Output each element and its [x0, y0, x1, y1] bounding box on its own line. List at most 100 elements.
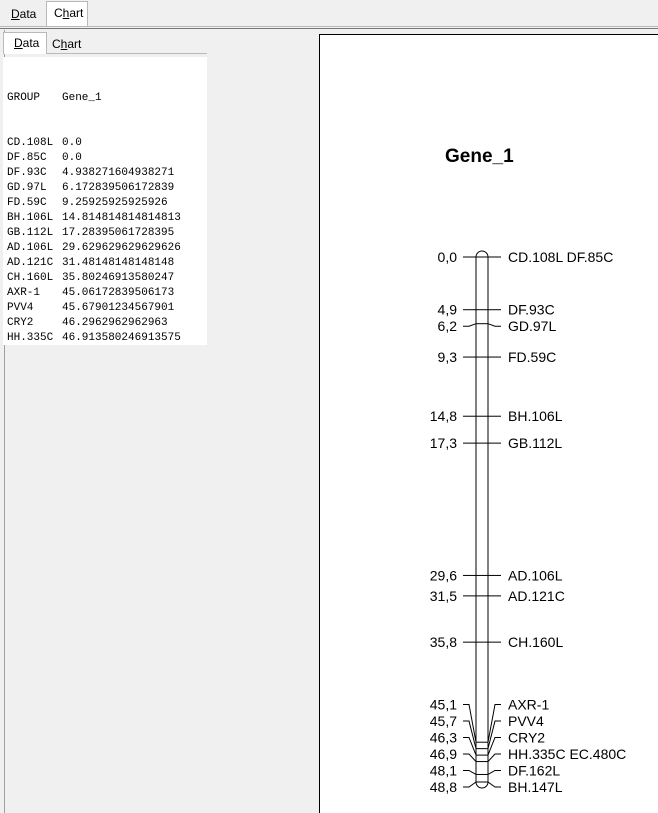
marker-name-label: HH.335C EC.480C	[508, 746, 626, 762]
tab-chart-prefix: C	[54, 6, 63, 20]
marker-position-label: 35,8	[430, 634, 457, 650]
data-marker-position: 31.48148148148148	[62, 257, 175, 269]
marker-position-label: 14,8	[430, 408, 457, 424]
data-row: DF.85C 0.0	[7, 151, 207, 166]
data-marker-name: GB.112L	[7, 227, 54, 239]
name-connector	[487, 770, 501, 775]
marker-position-label: 46,9	[430, 746, 457, 762]
data-marker-name: CH.160L	[7, 272, 54, 284]
linkage-map-svg: Gene_1 0,0 CD.108L DF.85C 4,9 DF.93C 6,2 GD.9…	[430, 146, 627, 795]
data-marker-position: 4.938271604938271	[62, 167, 175, 179]
marker-name-label: DF.162L	[508, 763, 560, 779]
data-row: CH.160L 35.80246913580247	[7, 271, 207, 286]
data-marker-position: 45.67901234567901	[62, 302, 175, 314]
position-connector	[463, 323, 477, 327]
data-marker-position: 0.0	[62, 152, 82, 164]
marker-name-label: GD.97L	[508, 318, 556, 334]
data-marker-position: 0.0	[62, 137, 82, 149]
data-header-row: GROUP Gene_1	[7, 91, 207, 106]
marker-name-label: PVV4	[508, 713, 544, 729]
name-connector	[487, 323, 501, 327]
data-table: GROUP Gene_1 CD.108L 0.0 DF.85C 0.0 DF.93C 4.9…	[3, 57, 207, 345]
marker-name-label: AD.106L	[508, 567, 563, 583]
marker-group: 0,0 CD.108L DF.85C 4,9 DF.93C 6,2 GD.97L 9,3 FD…	[430, 249, 627, 795]
data-text-area[interactable]: GROUP Gene_1 CD.108L 0.0 DF.85C 0.0 DF.93C 4.9…	[3, 57, 207, 345]
data-row: AD.121C 31.48148148148148	[7, 256, 207, 271]
data-marker-position: 29.629629629629626	[62, 242, 181, 254]
name-connector	[487, 720, 501, 749]
data-marker-name: FD.59C	[7, 197, 47, 209]
marker-name-label: CH.160L	[508, 634, 563, 650]
data-marker-name: AD.121C	[7, 257, 54, 269]
inner-tab-chart-label: art	[67, 37, 82, 51]
marker-name-label: GB.112L	[508, 435, 562, 451]
data-marker-name: AXR-1	[7, 287, 41, 299]
data-marker-position: 14.814814814814813	[62, 212, 181, 224]
data-row: HH.335C 46.913580246913575	[7, 331, 207, 345]
data-marker-position: 9.25925925925926	[62, 197, 168, 209]
header-group: GROUP	[7, 92, 41, 104]
marker-position-label: 4,9	[438, 302, 458, 318]
marker-position-label: 17,3	[430, 435, 457, 451]
data-marker-position: 17.28395061728395	[62, 227, 175, 239]
inner-tab-data[interactable]: Data	[3, 32, 47, 54]
marker-name-label: DF.93C	[508, 302, 555, 318]
marker-name-label: BH.147L	[508, 779, 563, 795]
tab-data[interactable]: Data	[4, 5, 44, 25]
chromosome-bar	[475, 250, 489, 789]
marker-position-label: 45,1	[430, 697, 457, 713]
data-marker-position: 46.2962962962963	[62, 317, 168, 329]
marker-name-label: CRY2	[508, 730, 545, 746]
data-marker-name: PVV4	[7, 302, 34, 314]
inner-tab-data-label: ata	[22, 36, 40, 50]
data-row: GB.112L 17.28395061728395	[7, 226, 207, 241]
inner-tab-data-mnemonic: D	[14, 36, 23, 50]
marker-position-label: 45,7	[430, 713, 457, 729]
data-row: DF.93C 4.938271604938271	[7, 166, 207, 181]
inner-tab-chart[interactable]: Chart	[47, 35, 91, 55]
data-row: AXR-1 45.06172839506173	[7, 286, 207, 301]
name-connector	[487, 753, 501, 762]
marker-name-label: BH.106L	[508, 408, 563, 424]
data-row: AD.106L 29.629629629629626	[7, 241, 207, 256]
data-marker-position: 6.172839506172839	[62, 182, 175, 194]
tab-data-mnemonic: D	[11, 7, 20, 21]
marker-position-label: 46,3	[430, 730, 457, 746]
data-marker-name: DF.93C	[7, 167, 47, 179]
data-marker-name: HH.335C	[7, 332, 54, 344]
tab-chart[interactable]: Chart	[46, 1, 88, 26]
marker-name-label: AD.121C	[508, 588, 565, 604]
marker-position-label: 31,5	[430, 588, 457, 604]
data-marker-name: GD.97L	[7, 182, 47, 194]
marker-position-label: 29,6	[430, 567, 457, 583]
tab-data-label: ata	[19, 7, 37, 21]
marker-position-label: 48,8	[430, 779, 457, 795]
marker-position-label: 9,3	[438, 349, 458, 365]
data-marker-name: CRY2	[7, 317, 34, 329]
outer-tab-strip: Data Chart	[0, 0, 658, 27]
marker-position-label: 0,0	[438, 249, 458, 265]
data-row: PVV4 45.67901234567901	[7, 301, 207, 316]
data-marker-name: DF.85C	[7, 152, 47, 164]
data-marker-position: 46.913580246913575	[62, 332, 181, 344]
data-row: CD.108L 0.0	[7, 136, 207, 151]
marker-name-label: CD.108L DF.85C	[508, 249, 613, 265]
position-connector	[463, 753, 477, 762]
position-connector	[463, 781, 477, 788]
inner-tab-strip: Data Chart	[3, 32, 207, 54]
data-row: GD.97L 6.172839506172839	[7, 181, 207, 196]
header-gene: Gene_1	[62, 92, 102, 104]
marker-name-label: FD.59C	[508, 349, 556, 365]
data-marker-position: 45.06172839506173	[62, 287, 175, 299]
position-connector	[463, 770, 477, 775]
data-row: FD.59C 9.25925925925926	[7, 196, 207, 211]
data-marker-position: 35.80246913580247	[62, 272, 175, 284]
name-connector	[487, 781, 501, 788]
data-marker-name: CD.108L	[7, 137, 54, 149]
outer-body-border	[0, 28, 658, 29]
chart-canvas: Gene_1 0,0 CD.108L DF.85C 4,9 DF.93C 6,2 GD.9…	[319, 34, 658, 813]
chromosome-body	[475, 250, 489, 789]
outer-tab-divider	[0, 26, 658, 27]
data-row: BH.106L 14.814814814814813	[7, 211, 207, 226]
data-marker-name: AD.106L	[7, 242, 54, 254]
